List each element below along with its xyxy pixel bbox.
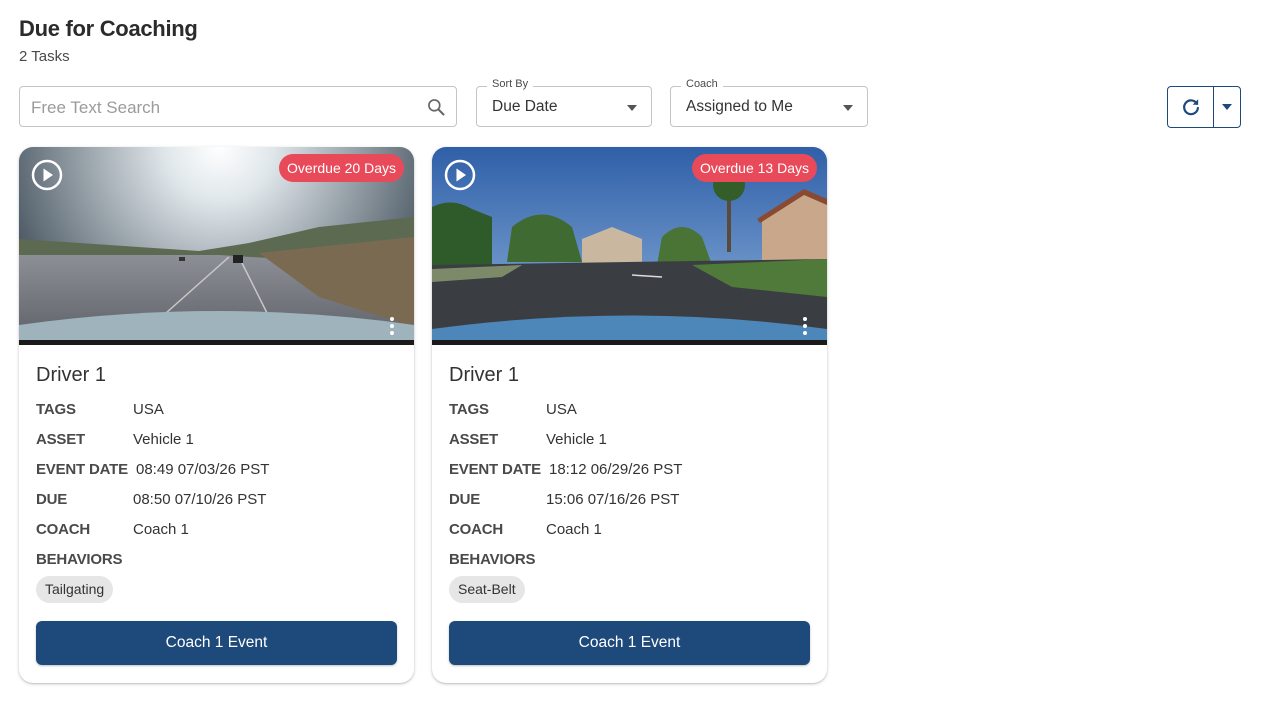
- coach-value: Coach 1: [133, 521, 189, 538]
- more-vertical-icon[interactable]: [795, 315, 815, 337]
- due-label: DUE: [449, 491, 481, 508]
- refresh-button[interactable]: [1168, 87, 1214, 127]
- sort-by-select[interactable]: Sort By Due Date: [476, 78, 652, 127]
- sort-by-label: Sort By: [487, 78, 534, 90]
- search-field[interactable]: [19, 86, 457, 128]
- overdue-badge: Overdue 13 Days: [692, 154, 817, 182]
- event-date-label: EVENT DATE: [449, 461, 541, 478]
- chevron-down-icon: [627, 105, 637, 111]
- sort-by-value: Due Date: [492, 98, 558, 115]
- search-input[interactable]: [29, 87, 423, 128]
- coach-select[interactable]: Coach Assigned to Me: [670, 78, 868, 127]
- coach-filter-value: Assigned to Me: [686, 98, 793, 115]
- behavior-chip: Seat-Belt: [449, 576, 525, 603]
- event-date-label: EVENT DATE: [36, 461, 128, 478]
- asset-value: Vehicle 1: [546, 431, 607, 448]
- more-vertical-icon[interactable]: [382, 315, 402, 337]
- asset-label: ASSET: [449, 431, 499, 448]
- chevron-down-icon: [1222, 104, 1232, 110]
- play-icon[interactable]: [31, 159, 63, 191]
- play-icon[interactable]: [444, 159, 476, 191]
- search-icon[interactable]: [426, 97, 446, 117]
- overdue-badge: Overdue 20 Days: [279, 154, 404, 182]
- due-value: 08:50 07/10/26 PST: [133, 491, 267, 508]
- due-label: DUE: [36, 491, 68, 508]
- behavior-chip: Tailgating: [36, 576, 114, 603]
- driver-name: Driver 1: [36, 364, 107, 386]
- coach-value: Coach 1: [546, 521, 602, 538]
- behaviors-label: BEHAVIORS: [449, 551, 536, 568]
- chevron-down-icon: [843, 105, 853, 111]
- tags-label: TAGS: [449, 401, 489, 418]
- refresh-options-button[interactable]: [1214, 87, 1240, 127]
- coach-label: COACH: [36, 521, 90, 538]
- driver-name: Driver 1: [449, 364, 520, 386]
- tags-value: USA: [546, 401, 577, 418]
- asset-label: ASSET: [36, 431, 86, 448]
- event-date-value: 18:12 06/29/26 PST: [549, 461, 683, 478]
- refresh-icon: [1182, 99, 1199, 116]
- coach-event-button[interactable]: Coach 1 Event: [36, 621, 397, 665]
- video-thumbnail[interactable]: Overdue 20 Days: [19, 147, 414, 345]
- behaviors-label: BEHAVIORS: [36, 551, 123, 568]
- video-thumbnail[interactable]: Overdue 13 Days: [432, 147, 827, 345]
- event-date-value: 08:49 07/03/26 PST: [136, 461, 270, 478]
- asset-value: Vehicle 1: [133, 431, 194, 448]
- refresh-button-group: [1167, 86, 1241, 128]
- page-title: Due for Coaching: [19, 16, 198, 41]
- coach-label: COACH: [449, 521, 503, 538]
- tags-value: USA: [133, 401, 164, 418]
- coach-filter-label: Coach: [681, 78, 723, 90]
- coach-event-button[interactable]: Coach 1 Event: [449, 621, 810, 665]
- task-count: 2 Tasks: [19, 48, 70, 65]
- coaching-card: Overdue 20 Days Driver 1 TAGS USA ASSET Ve…: [19, 147, 414, 683]
- tags-label: TAGS: [36, 401, 76, 418]
- due-value: 15:06 07/16/26 PST: [546, 491, 680, 508]
- coaching-card: Overdue 13 Days Driver 1 TAGS USA ASSET Ve…: [432, 147, 827, 683]
